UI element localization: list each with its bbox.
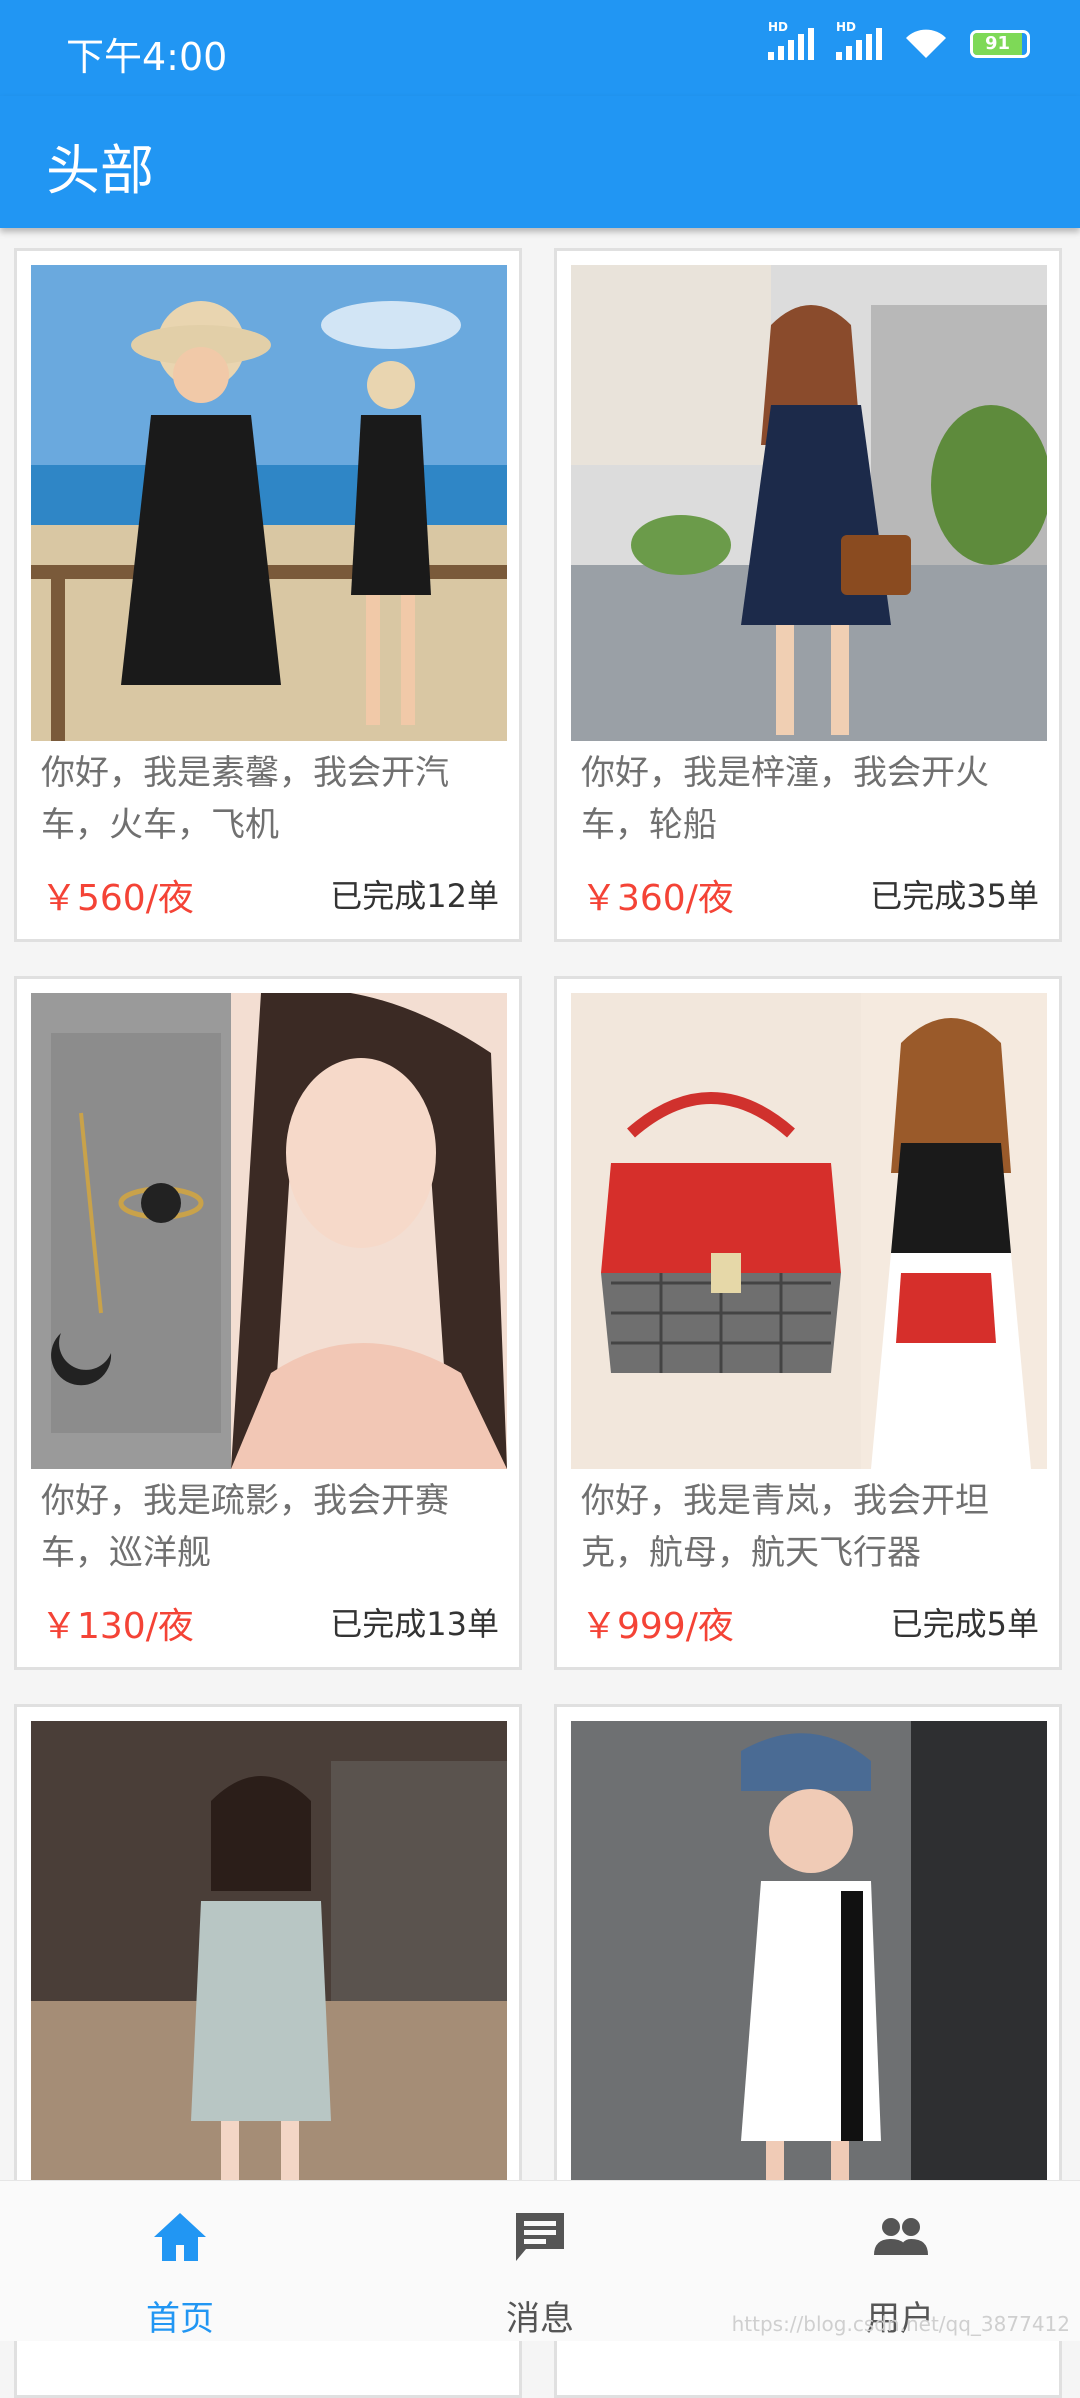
hd-label: HD [768, 20, 789, 34]
card-price: ￥130/夜 [41, 1606, 194, 1647]
status-icons: HD HD 91 [768, 20, 1030, 60]
battery-icon: 91 [970, 30, 1030, 58]
card-description: 你好，我是疏影，我会开赛车，巡洋舰 [41, 1481, 449, 1573]
nav-label-messages: 消息 [506, 2299, 574, 2339]
provider-card[interactable]: 你好，我是梓潼，我会开火车，轮船 ￥360/夜 已完成35单 [554, 248, 1062, 942]
card-photo [31, 993, 507, 1469]
wifi-icon [906, 29, 946, 58]
card-price: ￥360/夜 [581, 878, 734, 919]
card-photo [31, 1721, 507, 2197]
photo-beach [31, 265, 507, 741]
signal-icon: HD [836, 20, 882, 60]
card-price: ￥999/夜 [581, 1606, 734, 1647]
watermark: https://blog.csdn.net/qq_3877412 [731, 2312, 1070, 2336]
signal-icon: HD [768, 20, 814, 60]
status-bar: 下午4:00 HD HD 91 [0, 0, 1080, 96]
card-orders-completed: 已完成13单 [330, 1605, 499, 1643]
card-orders-completed: 已完成12单 [330, 877, 499, 915]
card-photo [571, 265, 1047, 741]
provider-card[interactable]: 你好，我是青岚，我会开坦克，航母，航天飞行器 ￥999/夜 已完成5单 [554, 976, 1062, 1670]
home-icon [154, 2213, 206, 2261]
nav-item-home[interactable]: 首页 [0, 2181, 360, 2341]
card-orders-completed: 已完成5单 [890, 1605, 1039, 1643]
battery-level: 91 [985, 33, 1011, 54]
photo-terrace [571, 265, 1047, 741]
nav-item-messages[interactable]: 消息 [360, 2181, 720, 2341]
card-price: ￥560/夜 [41, 878, 194, 919]
card-description: 你好，我是梓潼，我会开火车，轮船 [581, 753, 989, 845]
photo-earrings [31, 993, 507, 1469]
card-photo [571, 1721, 1047, 2197]
page-title: 头部 [46, 139, 154, 202]
hd-label: HD [836, 20, 857, 34]
nav-label-home: 首页 [146, 2299, 214, 2339]
status-time: 下午4:00 [66, 35, 228, 79]
people-icon [874, 2218, 928, 2255]
card-description: 你好，我是青岚，我会开坦克，航母，航天飞行器 [581, 1481, 989, 1573]
card-orders-completed: 已完成35单 [870, 877, 1039, 915]
message-icon [516, 2213, 564, 2261]
provider-card[interactable]: 你好，我是素馨，我会开汽车，火车，飞机 ￥560/夜 已完成12单 [14, 248, 522, 942]
card-description: 你好，我是素馨，我会开汽车，火车，飞机 [41, 753, 449, 845]
photo-cap [571, 1721, 1047, 2197]
card-photo [571, 993, 1047, 1469]
app-bar: 头部 [0, 96, 1080, 228]
card-photo [31, 265, 507, 741]
provider-card[interactable]: 你好，我是疏影，我会开赛车，巡洋舰 ￥130/夜 已完成13单 [14, 976, 522, 1670]
photo-handbag [571, 993, 1047, 1469]
photo-dress [31, 1721, 507, 2197]
